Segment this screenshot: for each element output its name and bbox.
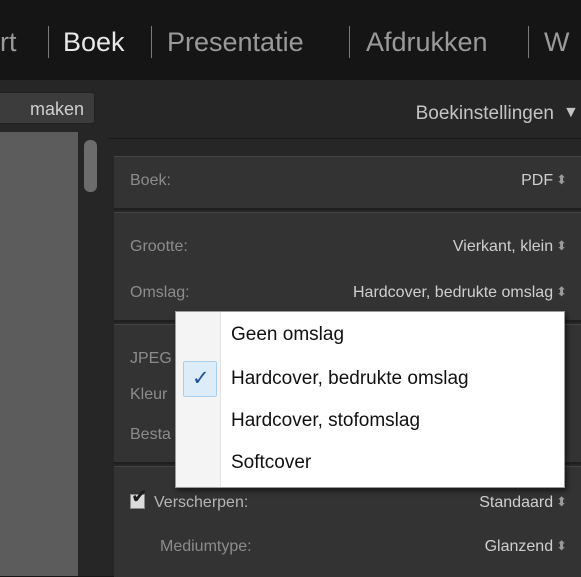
tab-separator [48, 26, 49, 58]
menu-item-label: Geen omslag [231, 324, 345, 345]
spinner-icon: ⬍ [556, 284, 567, 299]
menu-item-label: Hardcover, bedrukte omslag [231, 368, 469, 389]
cover-label: Omslag: [130, 284, 190, 301]
scrollbar-thumb[interactable] [84, 140, 97, 192]
book-section [114, 156, 581, 209]
jpeg-label: JPEG [130, 350, 172, 367]
spinner-icon: ⬍ [556, 538, 567, 553]
panel-header-title[interactable]: Boekinstellingen [416, 103, 554, 125]
section-divider [114, 208, 581, 210]
color-label: Kleur [130, 386, 168, 403]
cover-dropdown-menu: Geen omslag ✓ Hardcover, bedrukte omslag… [175, 311, 565, 488]
size-select[interactable]: Vierkant, klein ⬍ [453, 238, 567, 256]
sharpen-select[interactable]: Standaard ⬍ [479, 494, 567, 512]
triangle-down-icon[interactable]: ▼ [563, 104, 579, 122]
check-icon: ✓ [183, 361, 217, 397]
menu-item-label: Softcover [231, 452, 312, 473]
tab-import-partial[interactable]: rt [0, 22, 17, 62]
spinner-icon: ⬍ [556, 172, 567, 187]
module-tab-bar: rt Boek Presentatie Afdrukken W [0, 0, 581, 80]
size-cover-section [114, 212, 581, 321]
tab-separator [151, 26, 152, 58]
menu-item-no-cover[interactable]: Geen omslag [176, 316, 564, 354]
book-select[interactable]: PDF ⬍ [521, 172, 567, 190]
tab-print[interactable]: Afdrukken [366, 22, 488, 62]
menu-item-hardcover-printed[interactable]: ✓ Hardcover, bedrukte omslag [176, 360, 564, 398]
header-divider [108, 138, 581, 139]
tab-web-partial[interactable]: W [544, 22, 569, 62]
cover-select[interactable]: Hardcover, bedrukte omslag ⬍ [353, 284, 567, 302]
menu-item-softcover[interactable]: Softcover [176, 444, 564, 482]
media-type-select[interactable]: Glanzend ⬍ [485, 538, 567, 556]
tab-slideshow[interactable]: Presentatie [167, 22, 304, 62]
left-panel-scrollbar[interactable] [78, 132, 108, 576]
make-book-button[interactable]: maken [0, 92, 95, 124]
spinner-icon: ⬍ [556, 494, 567, 509]
size-label: Grootte: [130, 238, 188, 255]
media-type-label: Mediumtype: [160, 538, 252, 555]
checkmark-icon: ✔ [131, 486, 148, 508]
book-label: Boek: [130, 172, 171, 189]
tab-separator [349, 26, 350, 58]
tab-book[interactable]: Boek [63, 22, 125, 62]
spinner-icon: ⬍ [556, 238, 567, 253]
sharpen-label: Verscherpen: [154, 494, 249, 511]
file-label: Besta [130, 426, 171, 443]
menu-item-hardcover-dust-jacket[interactable]: Hardcover, stofomslag [176, 402, 564, 440]
menu-item-label: Hardcover, stofomslag [231, 410, 421, 431]
tab-separator [528, 26, 529, 58]
